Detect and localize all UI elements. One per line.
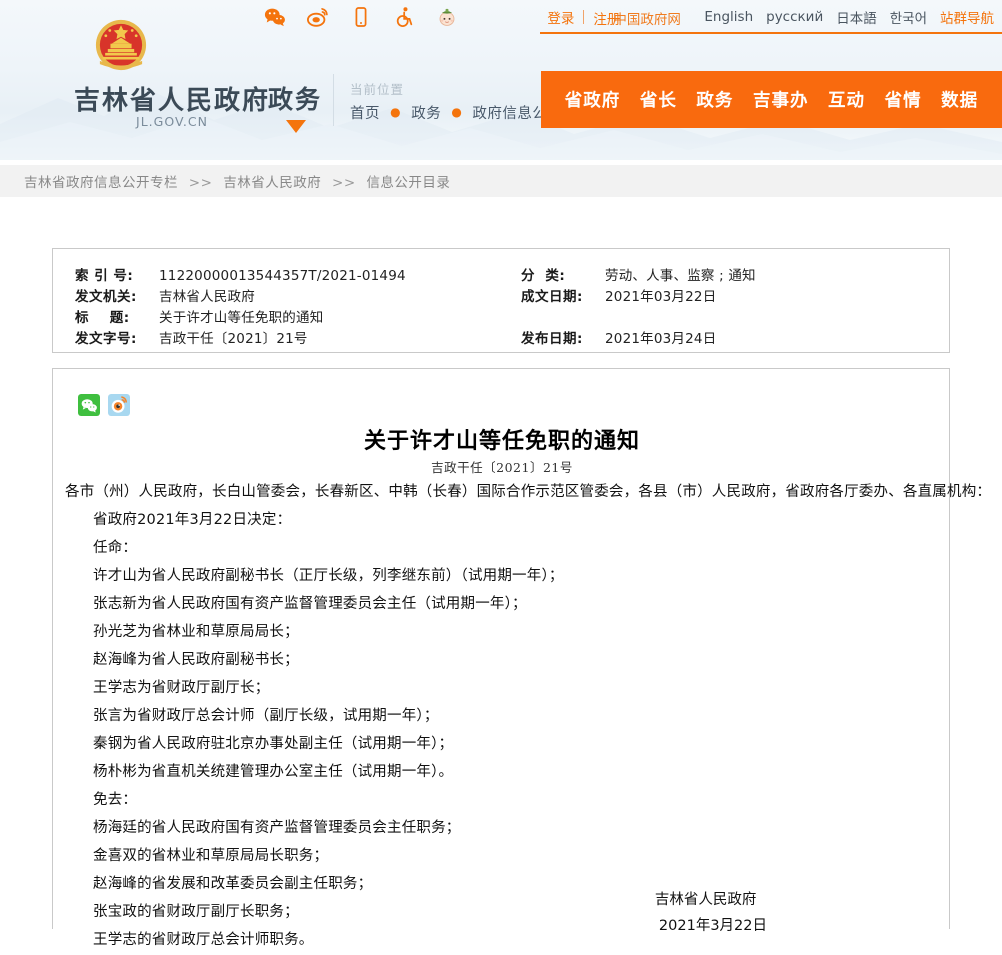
metadata-key: 索 引 号: xyxy=(75,268,134,284)
document-paragraph: 王学志的省财政厅总会计师职务。 xyxy=(93,932,314,948)
weibo-icon[interactable] xyxy=(307,6,329,28)
metadata-row-publish-date: 发布日期: 2021年03月24日 xyxy=(521,329,756,350)
lang-korean-link[interactable]: 한국어 xyxy=(890,7,927,27)
breadcrumb: 吉林省政府信息公开专栏 >> 吉林省人民政府 >> 信息公开目录 xyxy=(24,171,450,191)
weibo-share-icon[interactable] xyxy=(108,394,130,416)
document-signature: 吉林省人民政府 2021年3月22日 xyxy=(655,887,767,939)
breadcrumb-separator: >> xyxy=(188,175,213,191)
breadcrumb-item-disclosure-column[interactable]: 吉林省政府信息公开专栏 xyxy=(24,175,178,191)
nav-item-data[interactable]: 数据 xyxy=(941,87,978,112)
document-number: 吉政干任〔2021〕21号 xyxy=(431,460,573,475)
site-title: 吉林省人民政府 xyxy=(73,86,270,116)
metadata-value: 关于许才山等任免职的通知 xyxy=(159,310,324,326)
document-paragraph: 张志新为省人民政府国有资产监督管理委员会主任（试用期一年）； xyxy=(93,596,527,612)
header-breadcrumb-item-affairs[interactable]: 政务 xyxy=(411,106,441,122)
metadata-value: 2021年03月24日 xyxy=(605,331,717,347)
document-metadata-panel: 索 引 号: 11220000013544357T/2021-01494 发文机… xyxy=(52,248,950,353)
metadata-row-index-number: 索 引 号: 11220000013544357T/2021-01494 xyxy=(75,266,406,287)
site-group-nav-link[interactable]: 站群导航 xyxy=(940,7,994,27)
lang-english-link[interactable]: English xyxy=(704,9,753,25)
metadata-row-title: 标 题: 关于许才山等任免职的通知 xyxy=(75,308,406,329)
document-paragraph: 杨朴彬为省直机关统建管理办公室主任（试用期一年）。 xyxy=(93,764,454,780)
document-body: 各市（州）人民政府，长白山管委会，长春新区、中韩（长春）国际合作示范区管委会，各… xyxy=(65,479,992,955)
metadata-key: 分 类: xyxy=(521,268,566,284)
nav-item-province-info[interactable]: 省情 xyxy=(885,87,922,112)
mobile-icon[interactable] xyxy=(350,6,372,28)
lang-russian-link[interactable]: русский xyxy=(766,9,823,25)
document-paragraph: 金喜双的省林业和草原局局长职务； xyxy=(93,848,329,864)
metadata-key: 发文机关: xyxy=(75,289,137,305)
wechat-icon[interactable] xyxy=(264,6,286,28)
signature-organization: 吉林省人民政府 xyxy=(654,892,757,908)
metadata-value: 吉政干任〔2021〕21号 xyxy=(159,331,308,347)
metadata-key: 发文字号: xyxy=(75,331,137,347)
document-paragraph: 省政府2021年3月22日决定： xyxy=(93,512,292,528)
document-paragraph: 免去： xyxy=(93,792,138,808)
wechat-share-icon[interactable] xyxy=(78,394,100,416)
metadata-key: 标 题: xyxy=(75,310,130,326)
document-paragraph: 各市（州）人民政府，长白山管委会，长春新区、中韩（长春）国际合作示范区管委会，各… xyxy=(65,484,992,500)
header-breadcrumb: 首页 ● 政务 ● 政府信息公开 xyxy=(350,102,562,123)
main-navigation: 省政府 省长 政务 吉事办 互动 省情 数据 xyxy=(541,71,1002,128)
metadata-key: 发布日期: xyxy=(521,331,583,347)
signature-date: 2021年3月22日 xyxy=(658,918,767,934)
lang-japanese-link[interactable]: 日本語 xyxy=(836,7,877,27)
utility-links: 登录 注册 中国政府网 English русский 日本語 한국어 站群导航 xyxy=(547,5,994,29)
child-mode-icon[interactable] xyxy=(436,6,458,28)
metadata-row-category: 分 类: 劳动、人事、监察 ; 通知 xyxy=(521,266,756,287)
metadata-value: 吉林省人民政府 xyxy=(159,289,255,305)
nav-item-governor[interactable]: 省长 xyxy=(640,87,677,112)
metadata-value: 11220000013544357T/2021-01494 xyxy=(159,268,406,284)
article-panel: 关于许才山等任免职的通知 吉政干任〔2021〕21号 各市（州）人民政府，长白山… xyxy=(52,368,991,948)
metadata-row-document-number: 发文字号: 吉政干任〔2021〕21号 xyxy=(75,329,406,350)
document-paragraph: 张言为省财政厅总会计师（副厅长级，试用期一年）； xyxy=(93,708,439,724)
login-link[interactable]: 登录 xyxy=(547,7,574,27)
utility-divider xyxy=(583,10,585,24)
metadata-row-issuing-agency: 发文机关: 吉林省人民政府 xyxy=(75,287,406,308)
metadata-row-spacer xyxy=(521,308,756,329)
nav-item-government-affairs[interactable]: 政务 xyxy=(696,87,733,112)
site-domain: JL.GOV.CN xyxy=(136,114,208,129)
nav-item-jishiban[interactable]: 吉事办 xyxy=(753,87,809,112)
document-title: 关于许才山等任免职的通知 xyxy=(363,428,640,454)
document-paragraph: 杨海廷的省人民政府国有资产监督管理委员会主任职务； xyxy=(93,820,461,836)
breadcrumb-dot: ● xyxy=(390,105,402,119)
metadata-key: 成文日期: xyxy=(521,289,583,305)
register-and-portal-group: 注册 中国政府网 xyxy=(593,8,691,28)
breadcrumb-item-disclosure-catalog[interactable]: 信息公开目录 xyxy=(366,175,450,191)
china-gov-portal-link[interactable]: 中国政府网 xyxy=(613,8,681,28)
social-icon-strip xyxy=(264,2,458,32)
metadata-row-written-date: 成文日期: 2021年03月22日 xyxy=(521,287,756,308)
document-paragraph: 张宝政的省财政厅副厅长职务； xyxy=(93,904,299,920)
metadata-value: 劳动、人事、监察 ; 通知 xyxy=(605,268,756,284)
site-header: 登录 注册 中国政府网 English русский 日本語 한국어 站群导航… xyxy=(0,0,1002,160)
accessibility-icon[interactable] xyxy=(393,6,415,28)
document-paragraph: 赵海峰的省发展和改革委员会副主任职务； xyxy=(93,876,373,892)
document-paragraph: 许才山为省人民政府副秘书长（正厅长级，列李继东前）（试用期一年）； xyxy=(93,568,564,584)
header-separator xyxy=(333,74,334,126)
metadata-column-left: 索 引 号: 11220000013544357T/2021-01494 发文机… xyxy=(75,266,406,350)
document-paragraph: 孙光芝为省林业和草原局局长； xyxy=(93,624,299,640)
channel-title[interactable]: 政务 xyxy=(268,80,322,116)
document-paragraph: 秦钢为省人民政府驻北京办事处副主任（试用期一年）； xyxy=(93,736,454,752)
breadcrumb-bar: 吉林省政府信息公开专栏 >> 吉林省人民政府 >> 信息公开目录 xyxy=(0,165,1002,197)
breadcrumb-dot: ● xyxy=(451,105,463,119)
document-paragraph: 赵海峰为省人民政府副秘书长； xyxy=(93,652,299,668)
nav-item-interaction[interactable]: 互动 xyxy=(828,87,865,112)
breadcrumb-separator: >> xyxy=(332,175,356,191)
document-paragraph: 王学志为省财政厅副厅长； xyxy=(93,680,270,696)
share-buttons xyxy=(78,394,130,416)
current-position-label: 当前位置 xyxy=(350,82,405,97)
document-paragraph: 任命： xyxy=(93,540,138,556)
nav-item-provincial-government[interactable]: 省政府 xyxy=(565,87,621,112)
breadcrumb-item-provincial-government[interactable]: 吉林省人民政府 xyxy=(223,175,321,191)
metadata-column-right: 分 类: 劳动、人事、监察 ; 通知 成文日期: 2021年03月22日 发布日… xyxy=(521,266,756,350)
metadata-value: 2021年03月22日 xyxy=(605,289,717,305)
header-rule xyxy=(540,32,1002,34)
national-emblem-icon xyxy=(95,19,147,71)
chevron-down-icon[interactable] xyxy=(286,120,306,133)
header-breadcrumb-item-home[interactable]: 首页 xyxy=(350,106,380,122)
